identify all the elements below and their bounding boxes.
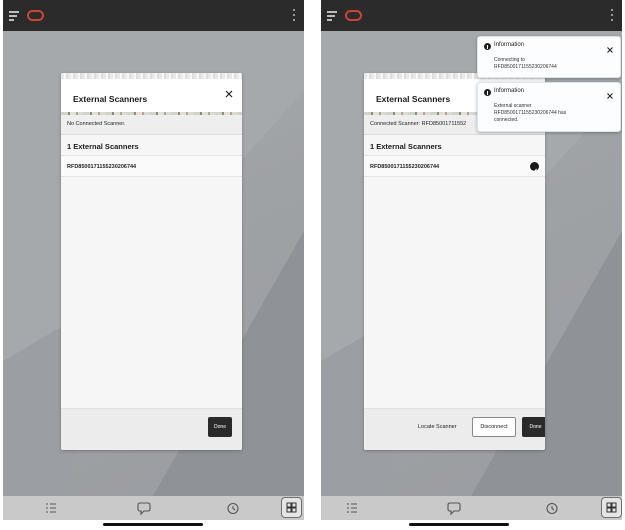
dialog-footer: Done	[61, 408, 242, 450]
locate-scanner-button[interactable]: Locate Scanner	[418, 424, 457, 430]
close-icon[interactable]	[224, 86, 234, 98]
toast-title: Information	[494, 88, 525, 94]
connection-status-text: No Connected Scanner.	[67, 121, 126, 127]
scanner-list-item[interactable]: RFD8500171155230206744	[364, 156, 545, 177]
check-circle-icon	[530, 162, 539, 173]
done-button[interactable]: Done	[208, 417, 232, 437]
info-icon	[484, 43, 491, 50]
history-icon[interactable]	[225, 500, 241, 516]
home-indicator	[409, 523, 509, 526]
toast-message-line: RFD8500171155230206744	[494, 64, 557, 70]
scanner-grid-icon[interactable]	[601, 497, 622, 518]
info-toast-connecting: Information Connecting to RFD85001711552…	[477, 36, 621, 78]
toast-message-line: External scanner	[494, 103, 532, 109]
scanner-grid-icon[interactable]	[281, 497, 302, 518]
oracle-logo-icon	[345, 10, 362, 21]
header-texture	[61, 73, 242, 79]
connection-status-row: No Connected Scanner.	[61, 115, 242, 135]
kebab-icon[interactable]	[610, 9, 614, 23]
task-list-icon[interactable]	[344, 500, 360, 516]
hamburger-icon[interactable]	[327, 11, 337, 21]
toast-title: Information	[494, 42, 525, 48]
oracle-logo-icon	[27, 10, 44, 21]
dialog-title: External Scanners	[376, 94, 451, 104]
chat-bubble-icon[interactable]	[446, 500, 462, 516]
dialog-title: External Scanners	[73, 94, 148, 104]
close-icon[interactable]	[606, 87, 614, 99]
disconnect-button[interactable]: Disconnect	[472, 417, 516, 437]
external-scanners-dialog: External Scanners No Connected Scanner. …	[61, 73, 242, 450]
scanner-list-item[interactable]: RFD8500171155230206744	[61, 156, 242, 177]
close-icon[interactable]	[606, 41, 614, 53]
connection-status-text: Connected Scanner: RFD85001711552	[370, 121, 467, 127]
hamburger-icon[interactable]	[9, 11, 19, 21]
info-toast-connected: Information External scanner RFD85001711…	[477, 82, 621, 132]
chat-bubble-icon[interactable]	[136, 500, 152, 516]
phone-screen-left: External Scanners No Connected Scanner. …	[3, 0, 304, 530]
toast-message-line: RFD8500171155230206744 has	[494, 110, 567, 116]
toast-message-line: connected.	[494, 117, 519, 123]
home-indicator	[103, 523, 203, 526]
dialog-footer: Locate Scanner Disconnect Done	[364, 408, 545, 450]
task-list-icon[interactable]	[43, 500, 59, 516]
bottom-navigation	[3, 496, 304, 520]
scanner-list-heading: 1 External Scanners	[370, 142, 442, 151]
history-icon[interactable]	[544, 500, 560, 516]
scanner-list-heading: 1 External Scanners	[67, 142, 139, 151]
bottom-navigation	[321, 496, 622, 520]
scanner-id: RFD8500171155230206744	[370, 164, 440, 170]
phone-screen-right: External Scanners Connected Scanner: RFD…	[321, 0, 622, 530]
dialog-header: External Scanners	[61, 73, 242, 112]
kebab-icon[interactable]	[292, 9, 296, 23]
toast-message-line: Connecting to	[494, 57, 525, 63]
info-icon	[484, 89, 491, 96]
top-app-bar	[3, 0, 304, 31]
done-button[interactable]: Done	[522, 417, 545, 437]
scanner-id: RFD8500171155230206744	[67, 164, 137, 170]
top-app-bar	[321, 0, 622, 31]
